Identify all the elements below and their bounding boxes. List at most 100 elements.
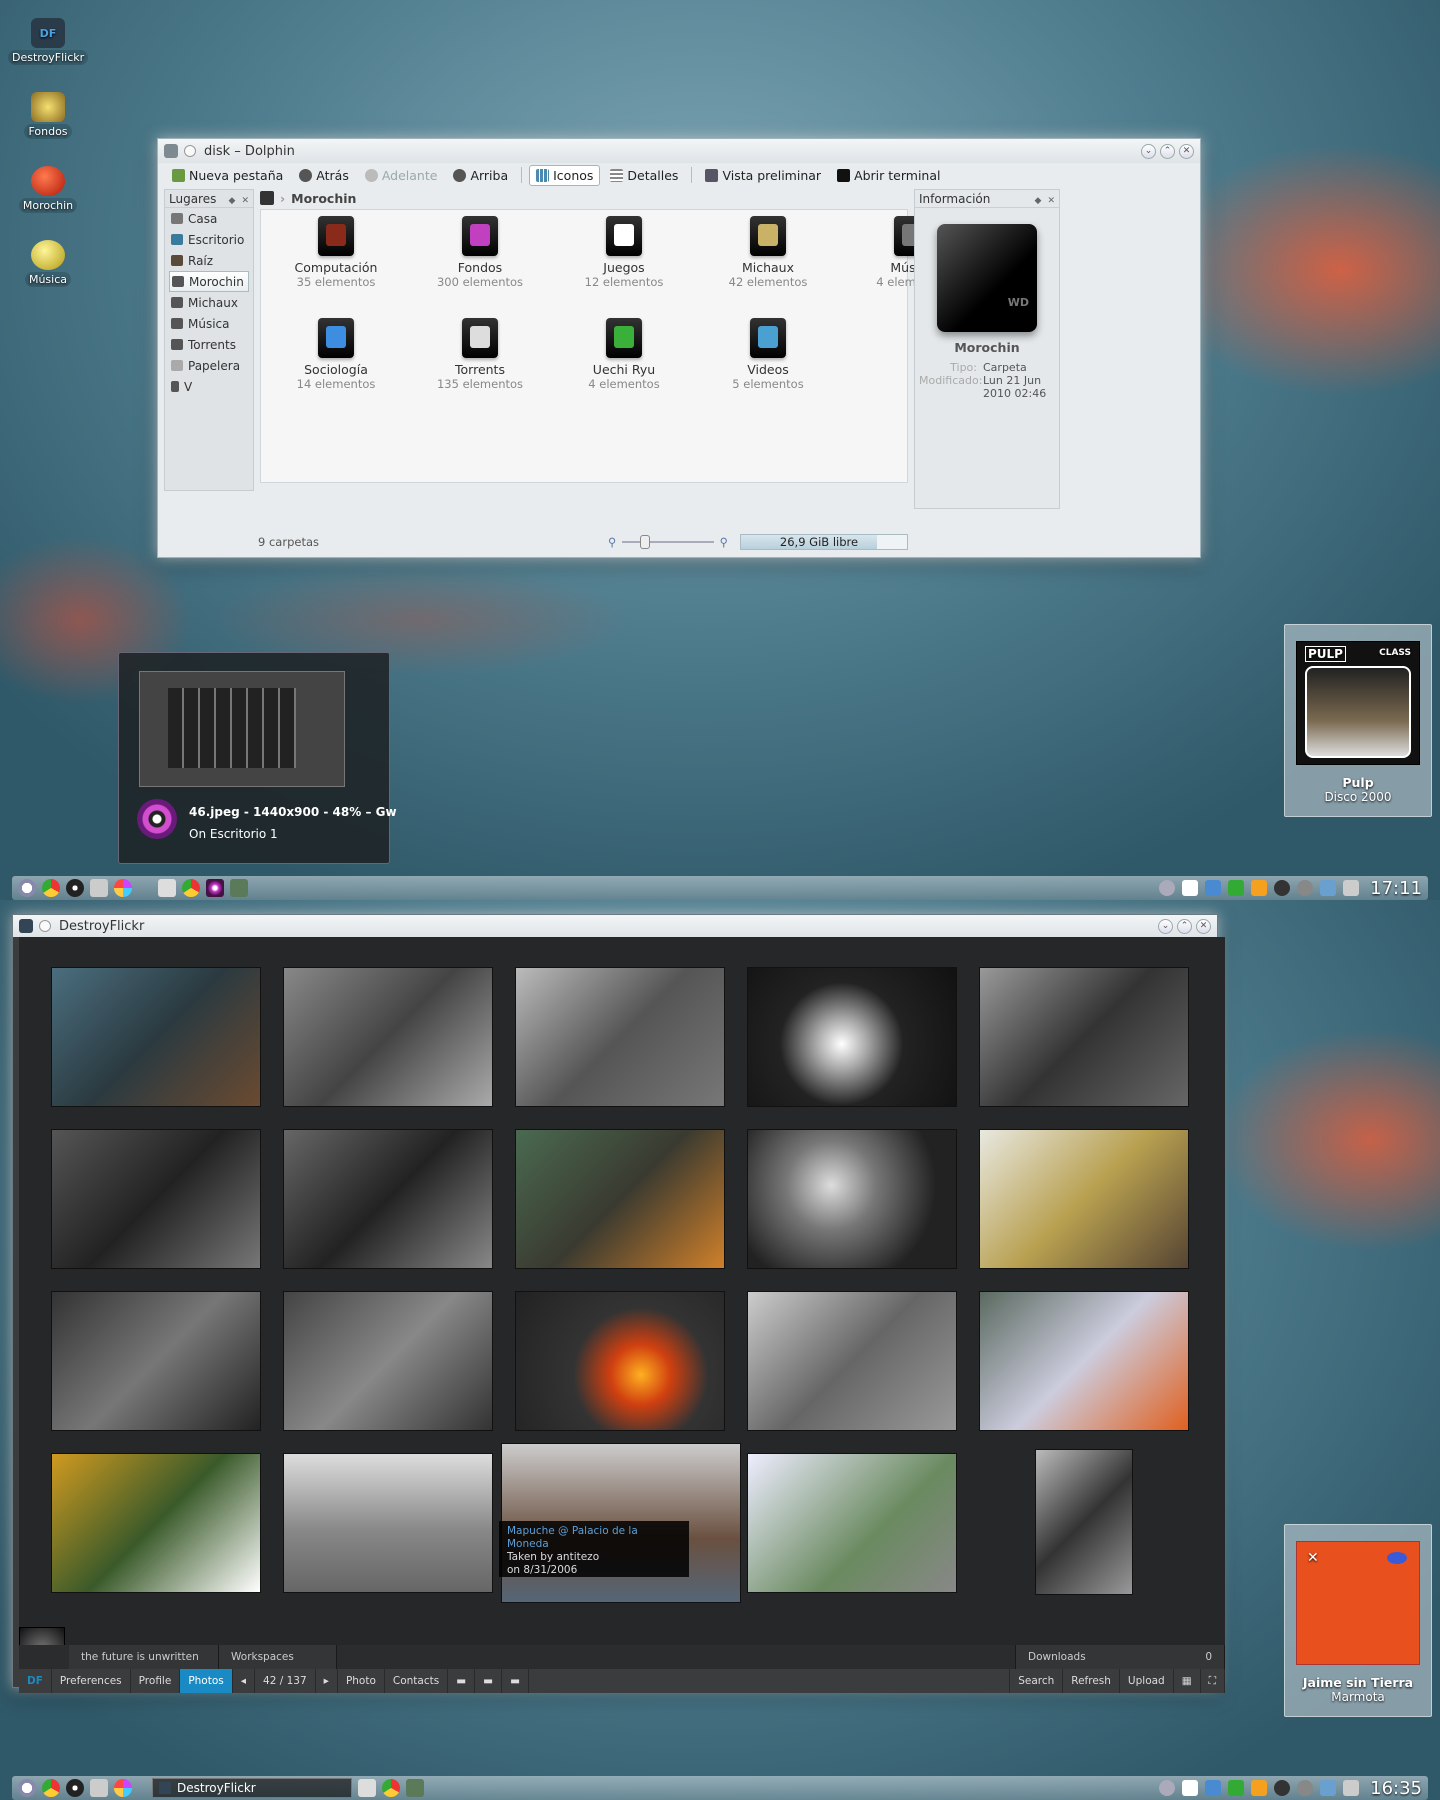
- preview-button[interactable]: Vista preliminar: [699, 166, 827, 185]
- fullscreen-icon[interactable]: ⛶: [1201, 1669, 1225, 1693]
- forward-button[interactable]: Adelante: [359, 166, 444, 185]
- kde-menu-icon[interactable]: [18, 1779, 36, 1797]
- contacts-task-icon[interactable]: [406, 1779, 424, 1797]
- color-picker-icon[interactable]: [114, 1779, 132, 1797]
- photo-thumbnail[interactable]: [515, 1291, 725, 1431]
- window-menu-icon[interactable]: [19, 919, 33, 933]
- photo-thumbnail[interactable]: [979, 1129, 1189, 1269]
- system-icon[interactable]: [66, 1779, 84, 1797]
- zoom-in-icon[interactable]: ⚲: [720, 535, 728, 549]
- panel-close-icon[interactable]: ✕: [241, 196, 249, 206]
- dolphin-task-icon[interactable]: [158, 879, 176, 897]
- pin-icon[interactable]: [184, 145, 196, 157]
- panel-float-icon[interactable]: ◆: [229, 196, 236, 206]
- info-icon[interactable]: [1297, 880, 1314, 896]
- photo-thumbnail[interactable]: [283, 1129, 493, 1269]
- file-manager-icon[interactable]: [90, 1779, 108, 1797]
- zoom-track[interactable]: [622, 535, 714, 549]
- info-icon[interactable]: [1297, 1780, 1314, 1796]
- preferences-tab[interactable]: Preferences: [52, 1669, 131, 1693]
- face-icon[interactable]: ▬: [475, 1669, 503, 1693]
- chrome-icon[interactable]: [42, 879, 60, 897]
- profile-tab[interactable]: Profile: [131, 1669, 181, 1693]
- place-morochin[interactable]: Morochin: [169, 271, 249, 292]
- kde-menu-icon[interactable]: [18, 879, 36, 897]
- folder-item[interactable]: Videos 5 elementos: [703, 318, 833, 391]
- photo-thumbnail[interactable]: [283, 967, 493, 1107]
- file-manager-icon[interactable]: [90, 879, 108, 897]
- photo-tab[interactable]: Photo: [338, 1669, 385, 1693]
- zoom-handle[interactable]: [640, 535, 651, 549]
- photo-thumbnail[interactable]: [283, 1453, 493, 1593]
- star-icon[interactable]: [1251, 1780, 1268, 1796]
- photos-tab[interactable]: Photos: [180, 1669, 233, 1693]
- update-icon[interactable]: [1228, 1780, 1245, 1796]
- photo-thumbnail[interactable]: [1035, 1449, 1133, 1595]
- prev-page-icon[interactable]: ◂: [233, 1669, 256, 1693]
- chrome-task-icon[interactable]: [182, 879, 200, 897]
- photo-thumbnail[interactable]: [515, 967, 725, 1107]
- device-icon[interactable]: [1320, 880, 1337, 896]
- pin-icon[interactable]: [39, 920, 51, 932]
- desktop-icon-fondos[interactable]: Fondos: [8, 92, 88, 139]
- photo-thumbnail[interactable]: [515, 1129, 725, 1269]
- update-icon[interactable]: [1228, 880, 1245, 896]
- breadcrumb[interactable]: › Morochin: [260, 189, 800, 207]
- zoom-slider[interactable]: ⚲ ⚲: [608, 533, 728, 551]
- color-picker-icon[interactable]: [114, 879, 132, 897]
- tray-arrow-icon[interactable]: [1159, 1780, 1176, 1796]
- folder-item[interactable]: Computación 35 elementos: [271, 216, 401, 289]
- gwenview-task-icon[interactable]: [206, 879, 224, 897]
- clock[interactable]: 17:11: [1370, 878, 1422, 899]
- photo-thumbnail[interactable]: [747, 967, 957, 1107]
- up-button[interactable]: Arriba: [447, 166, 514, 185]
- terminal-button[interactable]: Abrir terminal: [831, 166, 946, 185]
- photo-thumbnail[interactable]: [51, 1453, 261, 1593]
- face-icon[interactable]: ▬: [502, 1669, 529, 1693]
- photo-thumbnail[interactable]: [51, 1129, 261, 1269]
- chrome-task-icon[interactable]: [382, 1779, 400, 1797]
- bluetooth-icon[interactable]: [1274, 1780, 1291, 1796]
- bluetooth-icon[interactable]: [1274, 880, 1291, 896]
- network-icon[interactable]: [1205, 880, 1222, 896]
- photo-thumbnail[interactable]: [51, 1291, 261, 1431]
- upload-button[interactable]: Upload: [1120, 1669, 1174, 1693]
- place-torrents[interactable]: Torrents: [165, 334, 253, 355]
- folder-item[interactable]: Uechi Ryu 4 elementos: [559, 318, 689, 391]
- refresh-button[interactable]: Refresh: [1063, 1669, 1120, 1693]
- panel-close-icon[interactable]: ✕: [1047, 196, 1055, 206]
- place-casa[interactable]: Casa: [165, 208, 253, 229]
- place-v[interactable]: V: [165, 376, 253, 397]
- destroyflickr-titlebar[interactable]: DestroyFlickr ⌄ ⌃ ✕: [13, 915, 1217, 937]
- folder-item[interactable]: Torrents 135 elementos: [415, 318, 545, 391]
- grid-view-icon[interactable]: ▦: [1174, 1669, 1201, 1693]
- system-icon[interactable]: [66, 879, 84, 897]
- close-button[interactable]: ✕: [1179, 143, 1194, 159]
- desktop-icon-morochin[interactable]: Morochin: [8, 166, 88, 213]
- details-view-button[interactable]: Detalles: [604, 166, 684, 185]
- tray-arrow-icon[interactable]: [1159, 880, 1176, 896]
- search-button[interactable]: Search: [1009, 1669, 1064, 1693]
- folder-item[interactable]: Fondos 300 elementos: [415, 216, 545, 289]
- contacts-tab[interactable]: Contacts: [385, 1669, 449, 1693]
- photo-thumbnail[interactable]: [979, 1291, 1189, 1431]
- close-button[interactable]: ✕: [1196, 918, 1211, 934]
- help-button[interactable]: ⌄: [1158, 918, 1173, 934]
- maximize-button[interactable]: ⌃: [1177, 918, 1192, 934]
- folder-item[interactable]: Juegos 12 elementos: [559, 216, 689, 289]
- device-icon[interactable]: [1320, 1780, 1337, 1796]
- downloads-tab[interactable]: Downloads 0: [1015, 1645, 1225, 1669]
- photo-thumbnail[interactable]: [979, 967, 1189, 1107]
- photo-thumbnail[interactable]: [747, 1129, 957, 1269]
- place-raiz[interactable]: Raíz: [165, 250, 253, 271]
- window-menu-icon[interactable]: [164, 144, 178, 158]
- maximize-button[interactable]: ⌃: [1160, 143, 1175, 159]
- clock[interactable]: 16:35: [1370, 1778, 1422, 1799]
- face-icon[interactable]: ▬: [448, 1669, 476, 1693]
- contacts-task-icon[interactable]: [230, 879, 248, 897]
- chrome-icon[interactable]: [42, 1779, 60, 1797]
- destroyflickr-task[interactable]: DestroyFlickr: [152, 1778, 352, 1798]
- photo-thumbnail[interactable]: [51, 967, 261, 1107]
- network-icon[interactable]: [1205, 1780, 1222, 1796]
- folder-item[interactable]: Sociología 14 elementos: [271, 318, 401, 391]
